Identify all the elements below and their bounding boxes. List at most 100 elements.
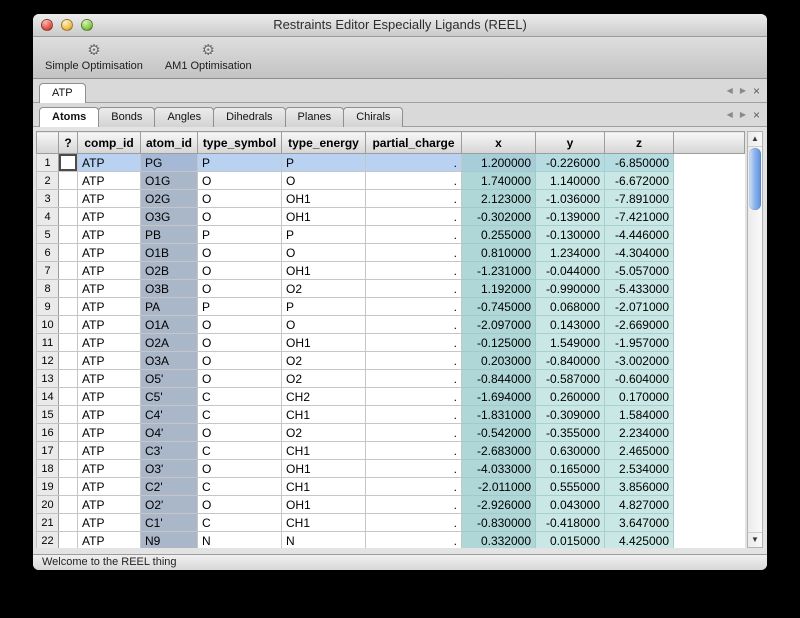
cell-y[interactable]: -0.355000 xyxy=(536,424,605,442)
cell-partial_charge[interactable]: . xyxy=(366,154,462,172)
cell-x[interactable]: -2.926000 xyxy=(462,496,536,514)
cell-q[interactable] xyxy=(59,352,78,370)
cell-atom_id[interactable]: C4' xyxy=(141,406,198,424)
toolbar-button-am1-optimisation[interactable]: ⚙ AM1 Optimisation xyxy=(157,42,260,73)
cell-comp_id[interactable]: ATP xyxy=(78,226,141,244)
cell-q[interactable] xyxy=(59,514,78,532)
cell-atom_id[interactable]: O5' xyxy=(141,370,198,388)
cell-comp_id[interactable]: ATP xyxy=(78,406,141,424)
cell-x[interactable]: -0.830000 xyxy=(462,514,536,532)
cell-comp_id[interactable]: ATP xyxy=(78,208,141,226)
table-row[interactable]: 12ATPO3AOO2.0.203000-0.840000-3.002000 xyxy=(37,352,745,370)
row-number[interactable]: 19 xyxy=(37,478,59,496)
cell-z[interactable]: 4.827000 xyxy=(605,496,674,514)
row-number[interactable]: 22 xyxy=(37,532,59,549)
cell-q[interactable] xyxy=(59,532,78,549)
cell-x[interactable]: 1.192000 xyxy=(462,280,536,298)
cell-type_symbol[interactable]: C xyxy=(198,406,282,424)
cell-x[interactable]: -2.683000 xyxy=(462,442,536,460)
cell-x[interactable]: -1.831000 xyxy=(462,406,536,424)
row-number[interactable]: 10 xyxy=(37,316,59,334)
cell-type_symbol[interactable]: P xyxy=(198,226,282,244)
row-number[interactable]: 9 xyxy=(37,298,59,316)
cell-type_symbol[interactable]: N xyxy=(198,532,282,549)
cell-type_energy[interactable]: O2 xyxy=(282,352,366,370)
cell-atom_id[interactable]: PA xyxy=(141,298,198,316)
table-row[interactable]: 2ATPO1GOO.1.7400001.140000-6.672000 xyxy=(37,172,745,190)
table-row[interactable]: 21ATPC1'CCH1.-0.830000-0.4180003.647000 xyxy=(37,514,745,532)
cell-atom_id[interactable]: O2' xyxy=(141,496,198,514)
cell-y[interactable]: -0.130000 xyxy=(536,226,605,244)
table-row[interactable]: 10ATPO1AOO.-2.0970000.143000-2.669000 xyxy=(37,316,745,334)
row-number[interactable]: 21 xyxy=(37,514,59,532)
cell-x[interactable]: -0.844000 xyxy=(462,370,536,388)
cell-comp_id[interactable]: ATP xyxy=(78,352,141,370)
table-row[interactable]: 9ATPPAPP.-0.7450000.068000-2.071000 xyxy=(37,298,745,316)
cell-type_symbol[interactable]: O xyxy=(198,208,282,226)
cell-type_symbol[interactable]: O xyxy=(198,280,282,298)
cell-partial_charge[interactable]: . xyxy=(366,298,462,316)
row-number[interactable]: 17 xyxy=(37,442,59,460)
column-header-q[interactable]: ? xyxy=(59,132,78,154)
table-row[interactable]: 7ATPO2BOOH1.-1.231000-0.044000-5.057000 xyxy=(37,262,745,280)
cell-q[interactable] xyxy=(59,334,78,352)
cell-type_energy[interactable]: OH1 xyxy=(282,262,366,280)
cell-type_energy[interactable]: P xyxy=(282,154,366,172)
cell-x[interactable]: 0.203000 xyxy=(462,352,536,370)
cell-type_symbol[interactable]: O xyxy=(198,424,282,442)
cell-z[interactable]: 3.856000 xyxy=(605,478,674,496)
row-number[interactable]: 12 xyxy=(37,352,59,370)
tab-close-icon[interactable]: × xyxy=(753,109,760,121)
cell-type_symbol[interactable]: O xyxy=(198,334,282,352)
zoom-window-button[interactable] xyxy=(81,19,93,31)
cell-atom_id[interactable]: O4' xyxy=(141,424,198,442)
cell-q[interactable] xyxy=(59,460,78,478)
column-header-z[interactable]: z xyxy=(605,132,674,154)
cell-z[interactable]: -2.669000 xyxy=(605,316,674,334)
row-number[interactable]: 5 xyxy=(37,226,59,244)
cell-partial_charge[interactable]: . xyxy=(366,406,462,424)
cell-type_energy[interactable]: CH1 xyxy=(282,478,366,496)
table-row[interactable]: 11ATPO2AOOH1.-0.1250001.549000-1.957000 xyxy=(37,334,745,352)
cell-type_symbol[interactable]: C xyxy=(198,388,282,406)
cell-x[interactable]: 0.332000 xyxy=(462,532,536,549)
cell-z[interactable]: 1.584000 xyxy=(605,406,674,424)
cell-type_energy[interactable]: OH1 xyxy=(282,496,366,514)
cell-comp_id[interactable]: ATP xyxy=(78,460,141,478)
cell-z[interactable]: 0.170000 xyxy=(605,388,674,406)
cell-x[interactable]: -0.125000 xyxy=(462,334,536,352)
cell-q[interactable] xyxy=(59,478,78,496)
cell-comp_id[interactable]: ATP xyxy=(78,514,141,532)
column-header-type_symbol[interactable]: type_symbol xyxy=(198,132,282,154)
cell-x[interactable]: -1.231000 xyxy=(462,262,536,280)
table-row[interactable]: 1ATPPGPP.1.200000-0.226000-6.850000 xyxy=(37,154,745,172)
tab-atoms[interactable]: Atoms xyxy=(39,107,99,127)
tab-dihedrals[interactable]: Dihedrals xyxy=(213,107,285,127)
cell-q[interactable] xyxy=(59,388,78,406)
cell-partial_charge[interactable]: . xyxy=(366,352,462,370)
cell-y[interactable]: 0.068000 xyxy=(536,298,605,316)
cell-type_symbol[interactable]: O xyxy=(198,316,282,334)
row-number[interactable]: 1 xyxy=(37,154,59,172)
cell-y[interactable]: 0.260000 xyxy=(536,388,605,406)
table-row[interactable]: 18ATPO3'OOH1.-4.0330000.1650002.534000 xyxy=(37,460,745,478)
cell-type_symbol[interactable]: O xyxy=(198,244,282,262)
tab-atp[interactable]: ATP xyxy=(39,83,86,103)
cell-partial_charge[interactable]: . xyxy=(366,460,462,478)
cell-type_energy[interactable]: OH1 xyxy=(282,334,366,352)
table-row[interactable]: 3ATPO2GOOH1.2.123000-1.036000-7.891000 xyxy=(37,190,745,208)
cell-atom_id[interactable]: O1A xyxy=(141,316,198,334)
table-row[interactable]: 5ATPPBPP.0.255000-0.130000-4.446000 xyxy=(37,226,745,244)
cell-q[interactable] xyxy=(59,226,78,244)
cell-z[interactable]: 2.234000 xyxy=(605,424,674,442)
cell-x[interactable]: -0.302000 xyxy=(462,208,536,226)
cell-comp_id[interactable]: ATP xyxy=(78,496,141,514)
cell-y[interactable]: 0.165000 xyxy=(536,460,605,478)
cell-atom_id[interactable]: O3' xyxy=(141,460,198,478)
column-header-atom_id[interactable]: atom_id xyxy=(141,132,198,154)
row-number[interactable]: 16 xyxy=(37,424,59,442)
column-header-y[interactable]: y xyxy=(536,132,605,154)
cell-type_symbol[interactable]: O xyxy=(198,496,282,514)
cell-x[interactable]: 0.255000 xyxy=(462,226,536,244)
cell-q[interactable] xyxy=(59,262,78,280)
